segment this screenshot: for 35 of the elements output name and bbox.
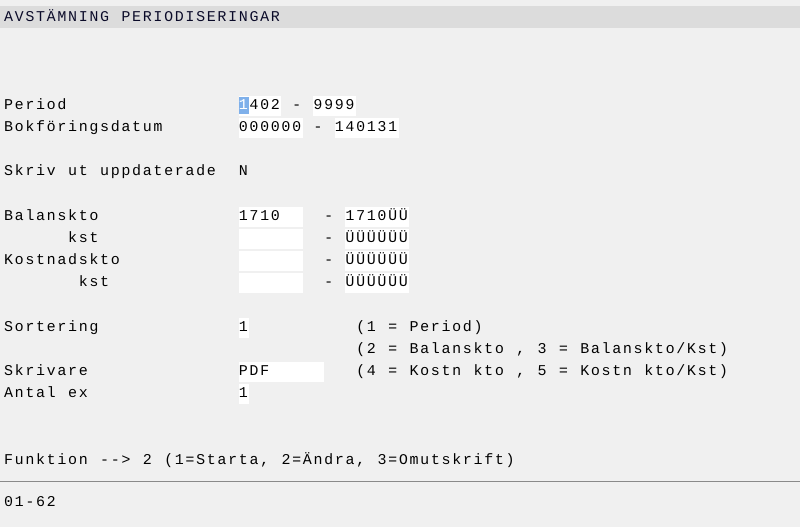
input-field[interactable]: N (238, 162, 250, 182)
range-separator: - (324, 228, 335, 249)
range-separator: - (324, 273, 335, 294)
input-field[interactable]: ÜÜÜÜÜÜ (345, 228, 410, 249)
input-field[interactable]: 1 (238, 384, 250, 404)
input-field[interactable]: 9999 (313, 96, 356, 116)
field-label: kst (78, 273, 112, 294)
input-field[interactable]: 1402 (238, 96, 282, 116)
field-label: Sortering (4, 318, 102, 338)
field-label: kst (67, 228, 102, 249)
input-field[interactable]: 000000 (238, 118, 303, 138)
range-separator: - (324, 206, 335, 227)
screen-title: AVSTÄMNING PERIODISERINGAR (4, 8, 282, 26)
field-label: Balanskto (4, 206, 102, 227)
input-field[interactable]: ÜÜÜÜÜÜ (345, 273, 410, 294)
option-hint: (1 = Period) (356, 318, 486, 338)
field-label: Skrivare (4, 362, 90, 382)
field-label: Skriv ut uppdaterade (4, 162, 218, 182)
option-hint: (4 = Kostn kto , 5 = Kostn kto/Kst) (356, 362, 731, 382)
input-field[interactable]: 1710 (238, 206, 303, 227)
field-label: Period (4, 96, 70, 116)
input-field[interactable]: PDF (238, 362, 324, 382)
field-label: Antal ex (4, 384, 90, 404)
input-field[interactable]: 140131 (334, 118, 399, 138)
range-separator: - (292, 96, 303, 116)
range-separator: - (324, 250, 335, 271)
function-prompt: Funktion --> 2 (1=Starta, 2=Ändra, 3=Omutskrift) (4, 450, 518, 471)
input-field[interactable]: 1710ÜÜ (345, 206, 410, 227)
field-label: Bokföringsdatum (4, 118, 166, 138)
field-label: Kostnadskto (4, 250, 122, 271)
range-separator: - (313, 118, 324, 138)
input-field[interactable]: ÜÜÜÜÜÜ (345, 250, 410, 271)
input-field[interactable]: 1 (238, 318, 250, 338)
status-code: 01-62 (4, 492, 58, 513)
option-hint: (2 = Balanskto , 3 = Balanskto/Kst) (356, 340, 731, 360)
